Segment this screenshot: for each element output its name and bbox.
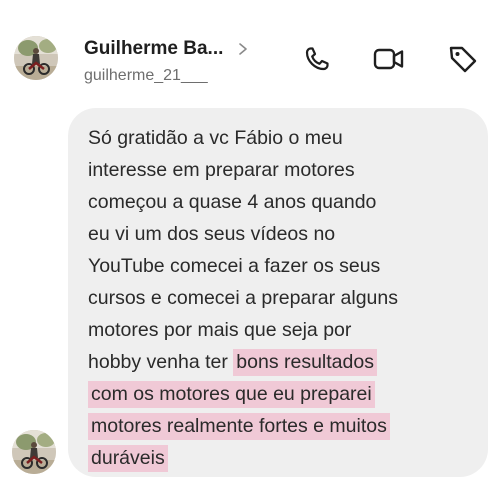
message-line: YouTube comecei a fazer os seus — [88, 250, 478, 282]
message-line-text: hobby venha ter — [88, 351, 234, 373]
contact-info[interactable]: Guilherme Ba... guilherme_21___ — [84, 36, 264, 85]
message-line: eu vi um dos seus vídeos no — [88, 218, 478, 250]
contact-avatar[interactable] — [14, 36, 58, 80]
chat-header: Guilherme Ba... guilherme_21___ — [0, 0, 500, 104]
sender-avatar[interactable] — [12, 430, 56, 474]
highlighted-text: com os motores que eu preparei — [88, 381, 375, 408]
highlighted-text: motores realmente fortes e muitos — [88, 413, 390, 440]
message-line-text: cursos e comecei a preparar alguns — [88, 287, 398, 309]
message-line: motores realmente fortes e muitos — [88, 410, 478, 442]
message-line-text: motores por mais que seja por — [88, 319, 352, 341]
message-line: motores por mais que seja por — [88, 314, 478, 346]
message-line-text: eu vi um dos seus vídeos no — [88, 223, 336, 245]
avatar-photo-icon — [12, 430, 56, 474]
message-line: interesse em preparar motores — [88, 154, 478, 186]
contact-name: Guilherme Ba... — [84, 38, 224, 59]
message-line: começou a quase 4 anos quando — [88, 186, 478, 218]
message-line-text: começou a quase 4 anos quando — [88, 191, 377, 213]
highlighted-text: bons resultados — [233, 349, 377, 376]
phone-icon — [305, 47, 329, 71]
chat-screen: Guilherme Ba... guilherme_21___ Só grati… — [0, 0, 500, 500]
message-line: Só gratidão a vc Fábio o meu — [88, 122, 478, 154]
label-button[interactable] — [446, 42, 480, 76]
message-line: duráveis — [88, 442, 478, 474]
avatar-photo-icon — [14, 36, 58, 80]
call-button[interactable] — [300, 42, 334, 76]
video-camera-icon — [373, 48, 404, 70]
highlighted-text: duráveis — [88, 445, 168, 472]
chevron-right-icon — [237, 42, 249, 56]
message-line-text: Só gratidão a vc Fábio o meu — [88, 127, 343, 149]
message-line-text: YouTube comecei a fazer os seus — [88, 255, 381, 277]
message-bubble[interactable]: Só gratidão a vc Fábio o meu interesse em… — [68, 108, 488, 477]
contact-name-row: Guilherme Ba... — [84, 36, 264, 62]
message-line: hobby venha ter bons resultados — [88, 346, 478, 378]
message-line-text: interesse em preparar motores — [88, 159, 355, 181]
message-text: Só gratidão a vc Fábio o meu interesse em… — [88, 122, 478, 474]
video-call-button[interactable] — [372, 42, 406, 76]
message-line: com os motores que eu preparei — [88, 378, 478, 410]
tag-icon — [449, 46, 477, 73]
message-line: cursos e comecei a preparar alguns — [88, 282, 478, 314]
contact-handle: guilherme_21___ — [84, 67, 208, 84]
